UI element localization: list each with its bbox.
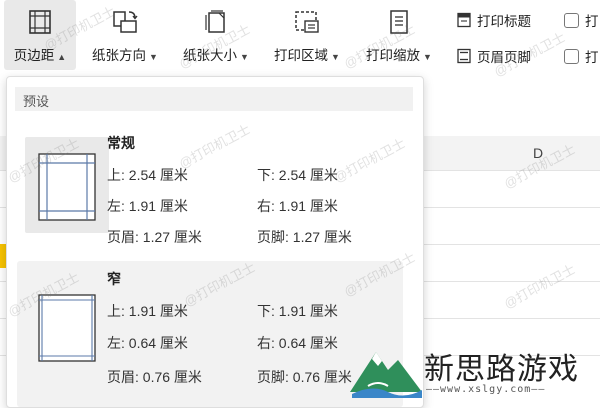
- print-scale-icon: [384, 7, 414, 37]
- paper-size-button[interactable]: 纸张大小 ▼: [176, 0, 256, 70]
- column-header-d[interactable]: D: [533, 145, 543, 161]
- orientation-button[interactable]: 纸张方向 ▼: [86, 0, 164, 70]
- chevron-down-icon: ▼: [331, 52, 340, 62]
- preset-section-header: 预设: [15, 87, 413, 111]
- footer-margin-value: 页脚: 1.27 厘米: [257, 229, 352, 245]
- print-area-button-label: 打印区域: [274, 48, 329, 63]
- mountain-logo-icon: [350, 352, 422, 398]
- header-footer-label: 页眉页脚: [477, 50, 531, 65]
- page-margin-preview-icon: [25, 269, 109, 365]
- logo-url: ——www.xslgy.com——: [426, 384, 546, 395]
- chevron-down-icon: ▼: [149, 52, 158, 62]
- preset-narrow[interactable]: 窄 上: 1.91 厘米 下: 1.91 厘米 左: 0.64 厘米 右: 0.…: [17, 261, 403, 407]
- page-margin-preview-icon: [25, 137, 109, 233]
- paper-size-icon: [201, 7, 231, 37]
- checkbox-icon[interactable]: [564, 12, 579, 28]
- logo-text: 新思路游戏: [424, 352, 579, 387]
- option-checkbox-2-label: 打: [585, 50, 599, 65]
- checkbox-icon[interactable]: [564, 48, 579, 64]
- print-scale-button[interactable]: 打印缩放 ▼: [358, 0, 440, 70]
- margin-bottom-value: 下: 2.54 厘米: [257, 167, 338, 183]
- print-title-label: 打印标题: [477, 14, 531, 29]
- footer-margin-value: 页脚: 0.76 厘米: [257, 369, 352, 385]
- header-margin-value: 页眉: 1.27 厘米: [107, 229, 202, 245]
- chevron-down-icon: ▼: [240, 52, 249, 62]
- margin-left-value: 左: 1.91 厘米: [107, 198, 188, 214]
- margin-bottom-value: 下: 1.91 厘米: [257, 303, 338, 319]
- margin-right-value: 右: 0.64 厘米: [257, 335, 338, 351]
- orientation-icon: [110, 7, 140, 37]
- margins-icon: [25, 7, 55, 37]
- chevron-down-icon: ▼: [423, 52, 432, 62]
- print-area-icon: [292, 7, 322, 37]
- print-title-button[interactable]: 打印标题: [456, 10, 531, 30]
- preset-normal[interactable]: 常规 上: 2.54 厘米 下: 2.54 厘米 左: 1.91 厘米 右: 1…: [17, 129, 403, 245]
- preset-name: 常规: [107, 135, 135, 151]
- option-checkbox-2[interactable]: 打: [564, 46, 599, 66]
- header-footer-icon: [456, 48, 472, 64]
- margins-button[interactable]: 页边距 ▲: [4, 0, 76, 70]
- margin-right-value: 右: 1.91 厘米: [257, 198, 338, 214]
- print-area-button[interactable]: 打印区域 ▼: [266, 0, 348, 70]
- header-footer-button[interactable]: 页眉页脚: [456, 46, 531, 66]
- preset-section-label: 预设: [23, 94, 50, 109]
- orientation-button-label: 纸张方向: [92, 48, 147, 63]
- ribbon-toolbar: 页边距 ▲ 纸张方向 ▼ 纸张大小 ▼ 打印区域 ▼ 打印缩放 ▼ 打印标题 页…: [0, 0, 600, 76]
- margin-left-value: 左: 0.64 厘米: [107, 335, 188, 351]
- margin-top-value: 上: 2.54 厘米: [107, 167, 188, 183]
- option-checkbox-1[interactable]: 打: [564, 10, 599, 30]
- preset-name: 窄: [107, 271, 121, 287]
- option-checkbox-1-label: 打: [585, 14, 599, 29]
- site-logo: 新思路游戏 ——www.xslgy.com——: [348, 342, 600, 400]
- margins-button-label: 页边距: [13, 48, 55, 63]
- print-scale-button-label: 打印缩放: [366, 48, 421, 63]
- margin-top-value: 上: 1.91 厘米: [107, 303, 188, 319]
- chevron-up-icon: ▲: [57, 52, 67, 62]
- paper-size-button-label: 纸张大小: [183, 48, 238, 63]
- header-margin-value: 页眉: 0.76 厘米: [107, 369, 202, 385]
- print-title-icon: [456, 12, 472, 28]
